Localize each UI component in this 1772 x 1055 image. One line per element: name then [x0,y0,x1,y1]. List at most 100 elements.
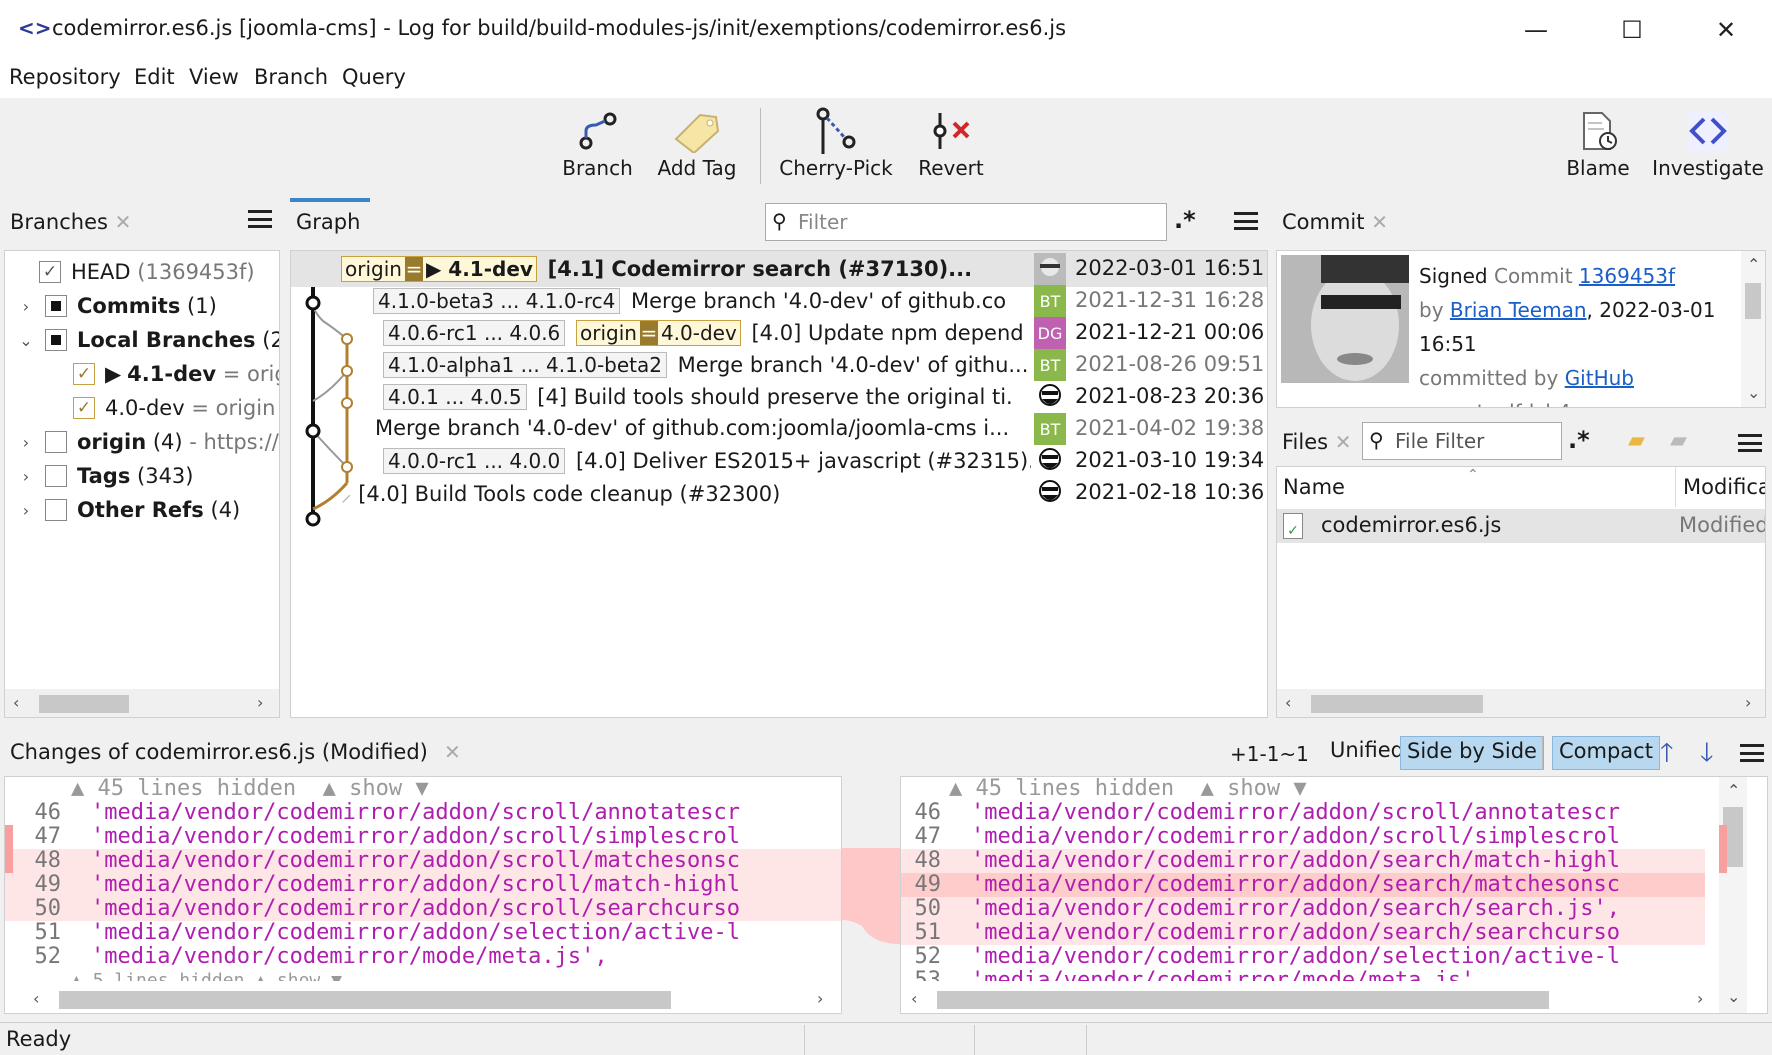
diff-line[interactable]: 47'media/vendor/codemirror/addon/scroll/… [5,825,841,849]
commit-row[interactable]: 4.1.0-alpha1 ... 4.1.0-beta2 Merge branc… [291,347,1267,383]
blame-button[interactable]: Blame [1558,106,1638,180]
commit-row[interactable]: origin = ▶ 4.1-dev [4.1] Codemirror search… [291,251,1267,287]
branch-item-4-0-dev[interactable]: ✓ 4.0-dev = origin [73,391,275,425]
close-icon[interactable]: ✕ [1371,210,1388,234]
regex-toggle[interactable]: .* [1174,206,1196,234]
close-icon[interactable]: ✕ [115,210,132,234]
close-icon[interactable]: ✕ [444,740,461,764]
branch-item-other-refs[interactable]: › Other Refs (4) [17,493,240,527]
diff-vscrollbar[interactable]: ⌃ ⌄ [1719,777,1747,1013]
commit-row[interactable]: 4.0.0-rc1 ... 4.0.0 [4.0] Deliver ES2015… [291,443,1267,479]
commit-row[interactable]: 4.1.0-beta3 ... 4.1.0-rc4 Merge branch '… [291,283,1267,319]
scroll-right-icon[interactable]: › [1745,693,1751,712]
hidden-lines-top[interactable]: ▲ 45 lines hidden ▲ show ▼ [949,777,1307,801]
hidden-lines-bottom[interactable]: ▲ 5 lines hidden ▲ show ▼ [71,969,342,981]
branch-item-4-1-dev[interactable]: ✓ ▶ 4.1-dev = orig [73,357,279,391]
diff-right-hscrollbar[interactable]: ‹ › [901,985,1717,1013]
checkbox[interactable]: ✓ [39,261,61,283]
diff-line[interactable]: 47'media/vendor/codemirror/addon/scroll/… [901,825,1705,849]
branch-item-head[interactable]: ✓ HEAD (1369453f) [39,255,255,289]
diff-line[interactable]: 46'media/vendor/codemirror/addon/scroll/… [901,801,1705,825]
scroll-right-icon[interactable]: › [817,989,823,1008]
compact-toggle[interactable]: Compact [1552,736,1660,770]
chevron-right-icon[interactable]: › [17,467,35,486]
menu-repository[interactable]: Repository [9,65,121,89]
cherry-pick-button[interactable]: Cherry-Pick [776,106,896,180]
commit-row[interactable]: ⸝ [4.0] Build Tools code cleanup (#32300… [291,475,1267,511]
diff-line-added[interactable]: 49'media/vendor/codemirror/addon/search/… [901,873,1705,897]
scroll-left-icon[interactable]: ‹ [33,989,39,1008]
diff-line-deleted[interactable]: 48'media/vendor/codemirror/addon/scroll/… [5,849,841,873]
next-change-icon[interactable]: 🡓 [1700,734,1714,778]
chevron-right-icon[interactable]: › [17,297,35,316]
diff-line[interactable]: 46'media/vendor/codemirror/addon/scroll/… [5,801,841,825]
branch-item-origin[interactable]: › origin (4) - https:// [17,425,279,459]
committer-link[interactable]: GitHub [1565,366,1634,390]
previous-change-icon[interactable]: 🡑 [1660,734,1674,778]
commit-vscrollbar[interactable]: ⌃ ⌄ [1741,251,1765,407]
column-header-modified[interactable]: Modifica [1683,475,1765,499]
scroll-down-icon[interactable]: ⌄ [1747,383,1760,402]
scroll-up-icon[interactable]: ⌃ [1727,781,1740,800]
scroll-left-icon[interactable]: ‹ [1285,693,1291,712]
branches-menu-icon[interactable] [248,210,272,228]
folder-icon[interactable]: ▰ [1628,428,1645,453]
commit-row[interactable]: Merge branch '4.0-dev' of github.com:joo… [291,411,1267,447]
checkbox[interactable]: ✓ [73,363,95,385]
diff-menu-icon[interactable] [1740,744,1764,762]
graph-header[interactable]: Graph [296,210,360,234]
diff-line-added[interactable]: 51'media/vendor/codemirror/addon/search/… [901,921,1705,945]
checkbox[interactable]: ✓ [73,397,95,419]
diff-line-added[interactable]: 48'media/vendor/codemirror/addon/search/… [901,849,1705,873]
diff-line[interactable]: 52'media/vendor/codemirror/mode/meta.js'… [5,945,841,969]
scroll-thumb[interactable] [39,695,129,713]
scroll-left-icon[interactable]: ‹ [911,989,917,1008]
minimize-button[interactable]: — [1516,10,1556,50]
side-by-side-toggle[interactable]: Side by Side [1400,736,1544,770]
chevron-right-icon[interactable]: › [17,433,35,452]
commit-row[interactable]: 4.0.6-rc1 ... 4.0.6 origin = 4.0-dev [4.0]… [291,315,1267,351]
scroll-right-icon[interactable]: › [1697,989,1703,1008]
scroll-thumb[interactable] [1311,695,1483,713]
investigate-button[interactable]: Investigate [1652,106,1764,180]
unified-toggle[interactable]: Unified [1324,736,1410,770]
chevron-down-icon[interactable]: ⌄ [17,331,35,350]
checkbox[interactable] [45,329,67,351]
hidden-lines-top[interactable]: ▲ 45 lines hidden ▲ show ▼ [71,777,429,801]
diff-left-hscrollbar[interactable]: ‹ › [5,985,841,1013]
graph-filter-input[interactable]: ⚲ Filter [765,203,1167,241]
chevron-right-icon[interactable]: › [17,501,35,520]
maximize-button[interactable]: ☐ [1612,10,1652,50]
close-icon[interactable]: ✕ [1335,430,1352,454]
scroll-right-icon[interactable]: › [257,693,263,712]
close-button[interactable]: ✕ [1706,10,1746,50]
checkbox[interactable] [45,431,67,453]
add-tag-button[interactable]: Add Tag [653,106,741,180]
menu-query[interactable]: Query [342,65,406,89]
scroll-up-icon[interactable]: ⌃ [1747,255,1760,274]
branch-item-commits[interactable]: › Commits (1) [17,289,217,323]
files-menu-icon[interactable] [1738,434,1762,452]
folder-gray-icon[interactable]: ▰ [1670,428,1687,453]
diff-line[interactable]: 51'media/vendor/codemirror/addon/selecti… [5,921,841,945]
author-link[interactable]: Brian Teeman [1450,298,1587,322]
branch-item-local-branches[interactable]: ⌄ Local Branches (2) [17,323,279,357]
diff-line[interactable]: 53'media/vendor/codemirror/mode/meta.js'… [901,969,1705,981]
branches-hscrollbar[interactable]: ‹ › [5,689,279,717]
commit-hash-link[interactable]: 1369453f [1579,264,1675,288]
menu-view[interactable]: View [189,65,239,89]
menu-branch[interactable]: Branch [254,65,328,89]
file-filter-input[interactable]: ⚲ File Filter [1362,422,1562,460]
checkbox[interactable] [45,295,67,317]
checkbox[interactable] [45,465,67,487]
file-regex-toggle[interactable]: .* [1568,426,1590,454]
diff-line-added[interactable]: 50'media/vendor/codemirror/addon/search/… [901,897,1705,921]
diff-line-deleted[interactable]: 50'media/vendor/codemirror/addon/scroll/… [5,897,841,921]
scroll-down-icon[interactable]: ⌄ [1727,987,1740,1006]
files-hscrollbar[interactable]: ‹ › [1277,689,1765,717]
revert-button[interactable]: Revert [912,106,990,180]
graph-menu-icon[interactable] [1234,212,1258,230]
column-header-name[interactable]: Name [1283,475,1345,499]
branch-button[interactable]: Branch [560,106,635,180]
scroll-thumb[interactable] [59,991,671,1009]
